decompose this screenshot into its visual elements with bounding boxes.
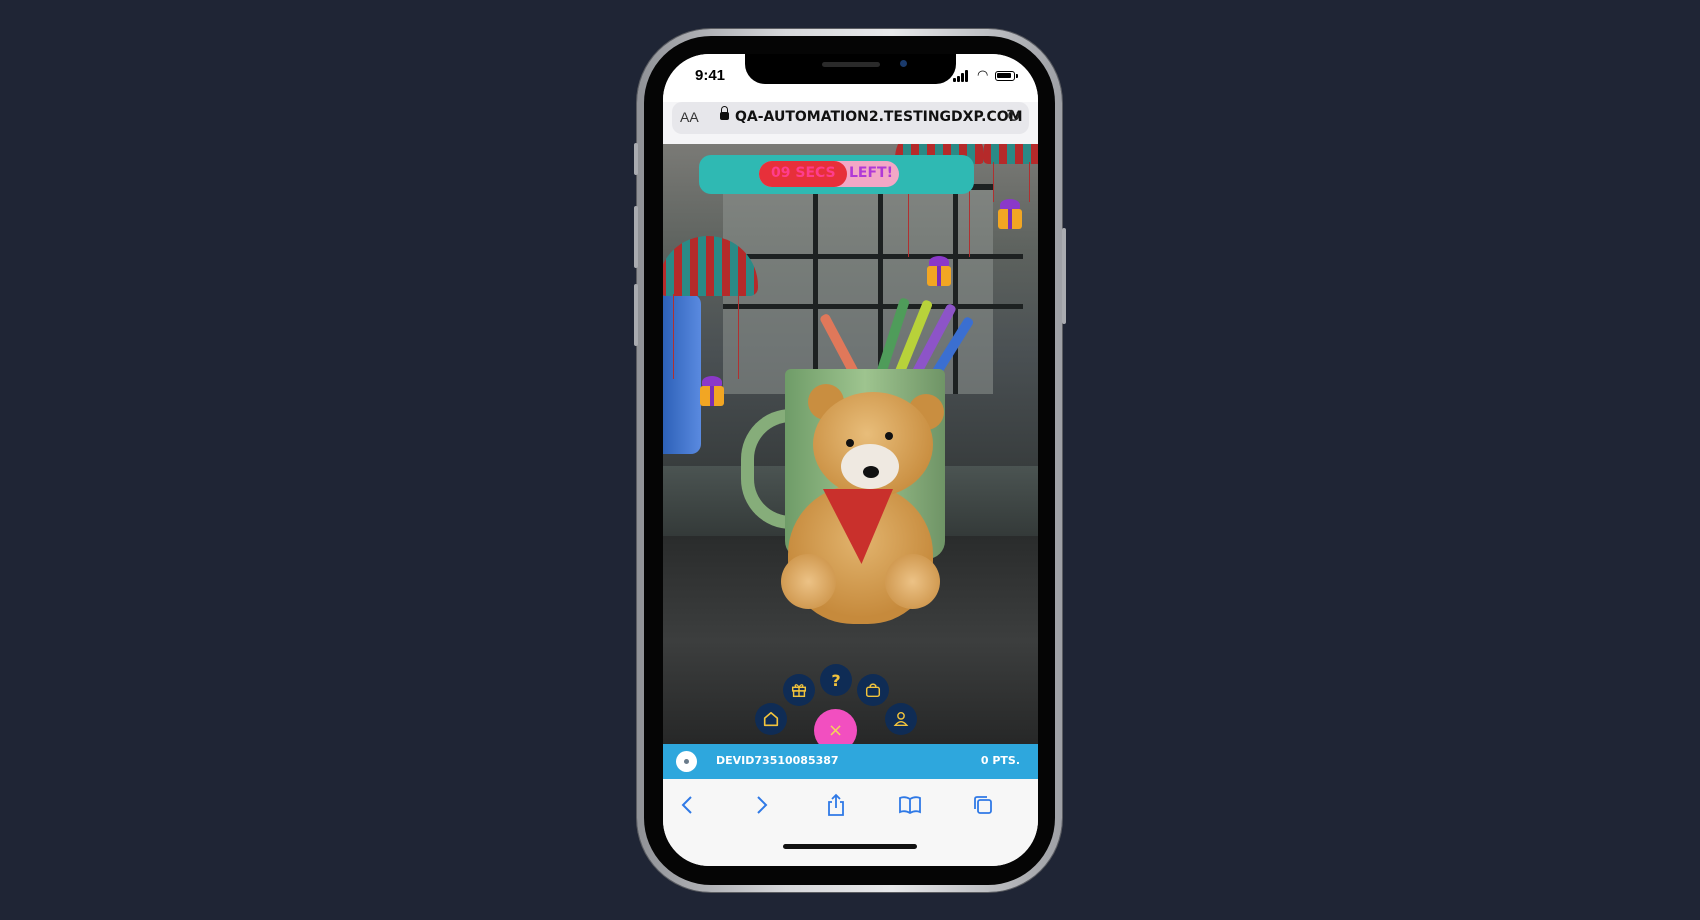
timer-banner: 09 SECS LEFT! <box>699 155 974 194</box>
window-bar <box>723 304 1023 309</box>
bookmarks-button[interactable] <box>895 790 925 820</box>
address-bar[interactable]: AA QA-AUTOMATION2.TESTINGDXP.COM ↻ <box>672 102 1029 134</box>
teddy-bear-nose <box>863 466 879 478</box>
reload-icon[interactable]: ↻ <box>1006 106 1021 127</box>
home-indicator <box>783 844 917 849</box>
teddy-bear-foot <box>781 554 836 609</box>
tabs-button[interactable] <box>968 790 998 820</box>
user-bar: DEVID73510085387 0 PTS. <box>663 744 1038 779</box>
profile-button[interactable] <box>885 703 917 735</box>
status-time: 9:41 <box>695 67 726 84</box>
home-button[interactable] <box>755 703 787 735</box>
status-bar: 9:41 ◠ <box>663 54 1038 102</box>
url-text[interactable]: QA-AUTOMATION2.TESTINGDXP.COM <box>735 109 1023 125</box>
camera-icon <box>900 60 907 67</box>
power-button <box>1062 228 1066 324</box>
back-button[interactable] <box>672 790 702 820</box>
window-bar <box>723 254 1023 259</box>
teddy-bear-eye <box>885 432 893 440</box>
phone-screen: 9:41 ◠ AA QA-AUTOMATION2.TESTINGDXP.COM … <box>663 54 1038 866</box>
timer-seconds-badge: 09 SECS <box>759 161 847 187</box>
help-icon: ? <box>831 670 841 690</box>
profile-icon <box>893 711 909 727</box>
points-counter: 0 PTS. <box>980 754 1020 767</box>
wifi-icon: ◠ <box>977 68 989 83</box>
browser-toolbar <box>663 779 1038 866</box>
home-icon <box>763 711 779 727</box>
share-icon <box>828 793 844 816</box>
timer-left-label: LEFT! <box>849 165 893 181</box>
mute-switch <box>634 143 638 175</box>
avatar[interactable] <box>676 751 697 772</box>
volume-up-button <box>634 206 638 268</box>
back-icon <box>681 796 692 814</box>
window-bar <box>813 184 818 394</box>
forward-button[interactable] <box>747 790 777 820</box>
notch <box>745 54 956 84</box>
reader-settings-button[interactable]: AA <box>680 109 699 125</box>
volume-down-button <box>634 284 638 346</box>
status-icons: ◠ <box>953 68 1023 84</box>
timer-pill: 09 SECS LEFT! <box>759 161 899 187</box>
gifts-button[interactable] <box>783 674 815 706</box>
signal-icon <box>953 70 971 82</box>
forward-icon <box>757 796 768 814</box>
bag-icon <box>865 683 881 698</box>
ar-camera-view[interactable]: 09 SECS LEFT! <box>663 144 1038 744</box>
tabs-icon <box>974 796 992 814</box>
lock-icon <box>720 106 729 120</box>
share-button[interactable] <box>821 790 851 820</box>
parachute-canopy <box>983 144 1038 164</box>
parachute-lines <box>673 294 739 379</box>
battery-icon <box>995 71 1018 81</box>
shop-button[interactable] <box>857 674 889 706</box>
timer-seconds: 09 SECS <box>771 165 836 181</box>
teddy-bear-eye <box>846 439 854 447</box>
username: DEVID73510085387 <box>716 754 839 767</box>
help-button[interactable]: ? <box>820 664 852 696</box>
falling-gift[interactable] <box>698 376 726 406</box>
speaker <box>822 62 880 67</box>
falling-gift[interactable] <box>925 256 953 286</box>
teddy-bear-foot <box>885 554 940 609</box>
bookmarks-icon <box>899 796 921 815</box>
parachute-lines <box>993 162 1030 202</box>
falling-gift[interactable] <box>996 199 1024 229</box>
gift-icon <box>791 684 807 698</box>
